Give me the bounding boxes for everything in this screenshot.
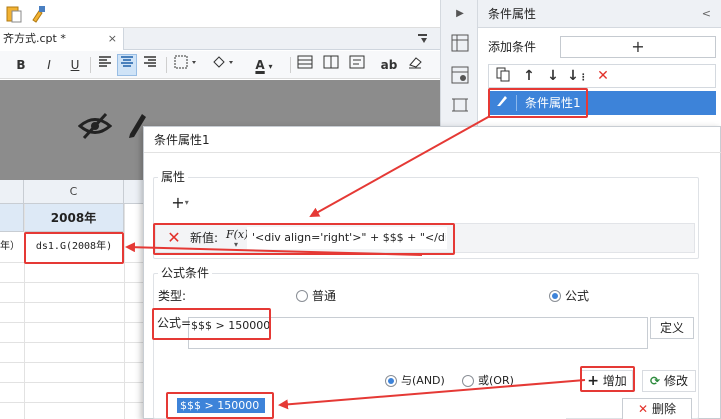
unmerge-cell-icon[interactable]: [322, 54, 340, 76]
annotation-box-add-button: [580, 366, 635, 392]
annotation-box-data-cell: [24, 232, 124, 264]
column-c-header[interactable]: C: [24, 180, 124, 204]
panel-title-text: 条件属性: [488, 7, 537, 21]
modify-icon: ⟳: [650, 374, 661, 388]
move-bottom-icon[interactable]: ↓⋮: [567, 66, 588, 86]
type-label: 类型:: [158, 289, 187, 303]
annotation-box-condition-list: [166, 392, 274, 419]
annotation-box-new-value: [153, 223, 455, 255]
add-condition-label: 添加条件: [488, 40, 537, 54]
expand-arrow-icon[interactable]: ▶: [450, 4, 470, 24]
paste-icon[interactable]: [6, 5, 22, 23]
format-toolbar: B I U A ▾ ab: [0, 51, 440, 79]
dialog-title: 条件属性1: [144, 127, 721, 153]
delete-label: 删除: [651, 402, 676, 416]
plus-icon: +: [171, 193, 185, 212]
font-color-icon: A: [255, 58, 265, 72]
panel-title: 条件属性 <: [478, 0, 721, 28]
cell-attribute-icon[interactable]: [450, 66, 470, 86]
copy-icon[interactable]: [493, 66, 513, 86]
attribute-group-label: 属性: [158, 170, 189, 184]
border-icon[interactable]: [172, 54, 200, 76]
delete-condition-icon[interactable]: ✕: [593, 66, 613, 86]
move-bottom-glyph: ↓: [567, 68, 579, 84]
italic-button[interactable]: I: [40, 54, 58, 76]
column-b-header[interactable]: [0, 180, 24, 204]
font-color-button[interactable]: A ▾: [250, 54, 278, 76]
merge-cell-icon[interactable]: [296, 54, 314, 76]
widget-settings-icon[interactable]: [450, 96, 470, 116]
tab-menu-icon[interactable]: [416, 32, 430, 46]
modify-label: 修改: [663, 374, 688, 388]
logic-and-radio[interactable]: [385, 375, 397, 387]
left-cell[interactable]: 年）: [0, 232, 24, 262]
cell-element-icon[interactable]: [450, 34, 470, 54]
ab-text-button[interactable]: ab: [380, 54, 398, 76]
close-tab-icon[interactable]: ×: [108, 28, 117, 50]
collapse-panel-icon[interactable]: <: [702, 0, 711, 28]
logic-or-radio[interactable]: [462, 375, 474, 387]
type-formula-radio[interactable]: [549, 290, 561, 302]
align-right-icon[interactable]: [141, 54, 159, 76]
format-painter-icon[interactable]: [30, 5, 46, 23]
condition-list-toolbar: ↑ ↓ ↓⋮ ✕: [488, 64, 716, 88]
eraser-icon[interactable]: [406, 54, 424, 76]
wrap-text-icon[interactable]: [348, 54, 366, 76]
define-button[interactable]: 定义: [650, 317, 694, 339]
hide-eye-icon[interactable]: [77, 112, 113, 140]
underline-button[interactable]: U: [66, 54, 84, 76]
delete-button[interactable]: ✕ 删除: [622, 398, 692, 419]
top-toolbar: [0, 0, 440, 28]
type-normal-radio[interactable]: [296, 290, 308, 302]
modify-button[interactable]: ⟳ 修改: [642, 370, 696, 392]
logic-or-label: 或(OR): [478, 374, 514, 387]
formula-condition-label: 公式条件: [158, 266, 213, 280]
add-condition-button[interactable]: +: [560, 36, 716, 58]
annotation-box-condition-item: [488, 88, 588, 118]
move-up-icon[interactable]: ↑: [519, 66, 539, 86]
header-cell-2008[interactable]: 2008年: [24, 204, 124, 232]
file-tab[interactable]: 齐方式.cpt * ×: [0, 28, 124, 50]
annotation-box-formula: [152, 308, 271, 340]
logic-and-label: 与(AND): [401, 374, 445, 387]
bold-button[interactable]: B: [12, 54, 30, 76]
type-formula-label: 公式: [565, 289, 590, 303]
type-normal-label: 普通: [312, 289, 337, 303]
fill-color-icon[interactable]: [210, 54, 236, 76]
align-center-icon[interactable]: [117, 54, 137, 76]
align-left-icon[interactable]: [96, 54, 114, 76]
file-tab-label: 齐方式.cpt *: [3, 32, 66, 45]
move-down-icon[interactable]: ↓: [543, 66, 563, 86]
file-tab-bar: 齐方式.cpt * ×: [0, 28, 440, 50]
delete-x-icon: ✕: [638, 402, 649, 416]
add-attribute-button[interactable]: +▾: [166, 193, 194, 213]
header-cell-left[interactable]: [0, 204, 24, 232]
